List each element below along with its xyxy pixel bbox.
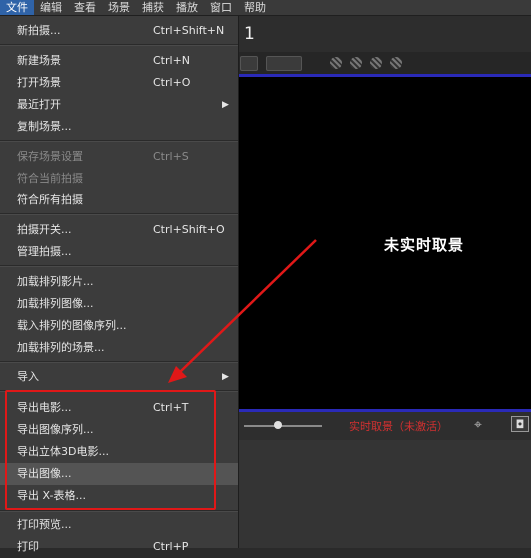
annotation-arrow-icon: [168, 239, 317, 383]
